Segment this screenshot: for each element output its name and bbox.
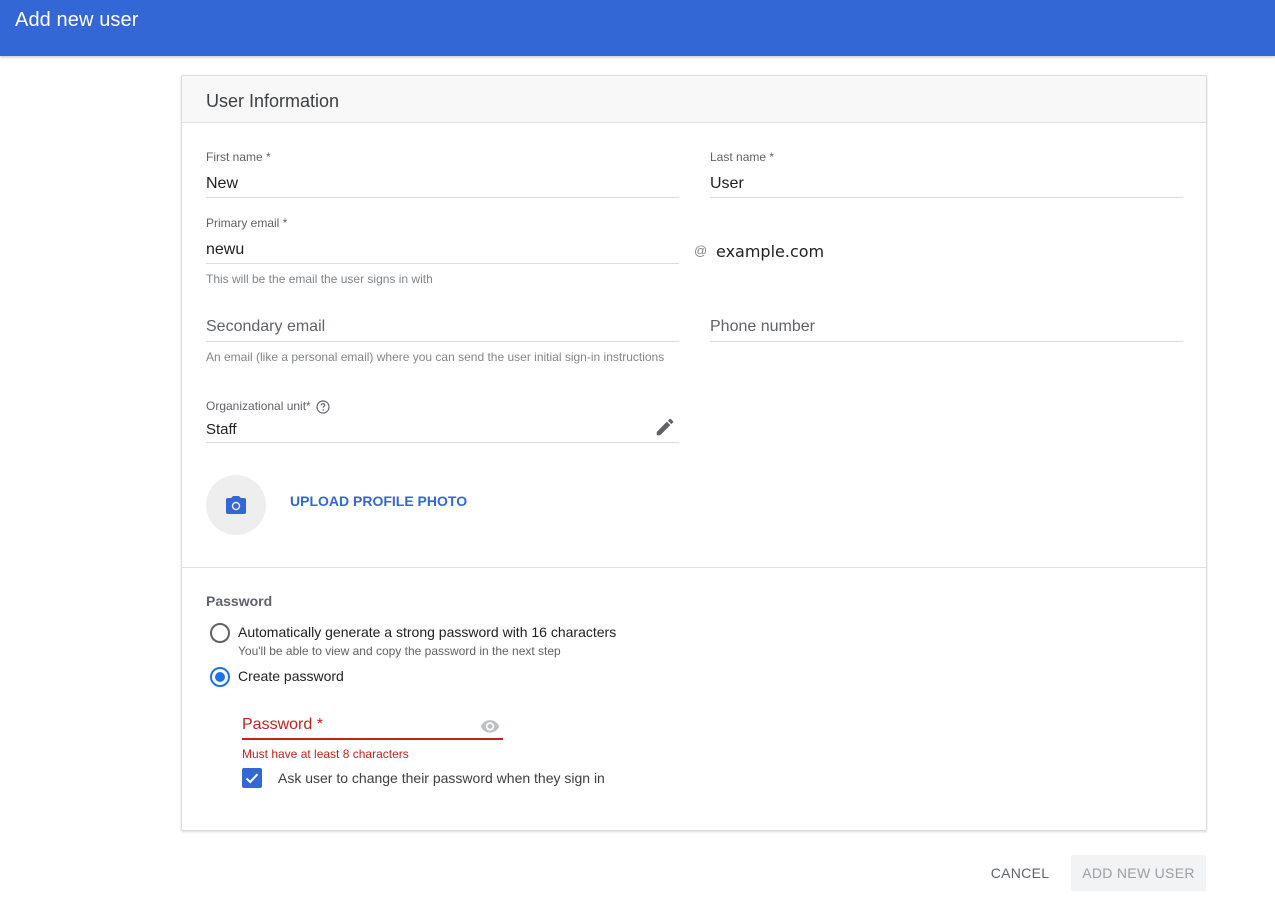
change-password-checkbox[interactable] xyxy=(242,768,262,788)
radio-auto-generate[interactable] xyxy=(210,623,230,643)
secondary-email-hint: An email (like a personal email) where y… xyxy=(206,350,665,364)
radio-create-password[interactable] xyxy=(210,667,230,687)
primary-email-field[interactable]: Primary email * newu This will be the em… xyxy=(206,216,679,286)
phone-number-field[interactable]: Phone number xyxy=(710,318,1183,344)
last-name-field[interactable]: Last name * User xyxy=(710,150,1183,198)
cancel-button[interactable]: CANCEL xyxy=(980,855,1060,891)
email-domain: example.com xyxy=(716,242,825,261)
last-name-input[interactable]: User xyxy=(710,175,744,193)
secondary-email-underline xyxy=(206,341,679,342)
password-section-label: Password xyxy=(206,593,273,609)
last-name-label: Last name * xyxy=(710,150,775,164)
first-name-label: First name * xyxy=(206,150,271,164)
first-name-underline xyxy=(206,197,679,198)
password-error-text: Must have at least 8 characters xyxy=(242,747,409,761)
primary-email-input[interactable]: newu xyxy=(206,241,244,259)
card-header-title: User Information xyxy=(206,91,340,111)
radio-auto-generate-label[interactable]: Automatically generate a strong password… xyxy=(238,624,616,640)
profile-photo-placeholder[interactable] xyxy=(206,475,266,535)
card-header: User Information xyxy=(182,76,1206,123)
org-unit-field[interactable]: Organizational unit* Staff xyxy=(206,399,679,444)
primary-email-underline xyxy=(206,263,679,264)
help-circle-icon[interactable] xyxy=(316,400,330,414)
eye-icon[interactable] xyxy=(480,718,500,734)
password-underline xyxy=(242,738,503,740)
password-input[interactable]: Password * xyxy=(242,716,323,734)
page-title: Add new user xyxy=(15,9,139,31)
org-unit-label: Organizational unit* xyxy=(206,399,311,413)
phone-number-input[interactable]: Phone number xyxy=(710,318,815,336)
user-information-card: User Information First name * New Last n… xyxy=(181,75,1207,831)
phone-number-underline xyxy=(710,341,1183,342)
section-divider xyxy=(182,567,1206,568)
primary-email-hint: This will be the email the user signs in… xyxy=(206,272,433,286)
camera-icon xyxy=(226,496,246,514)
at-sign: @ xyxy=(694,243,708,258)
add-new-user-button[interactable]: ADD NEW USER xyxy=(1071,855,1206,891)
pencil-icon[interactable] xyxy=(654,416,676,438)
radio-create-password-label[interactable]: Create password xyxy=(238,668,344,684)
checkmark-icon xyxy=(245,773,259,784)
org-unit-value: Staff xyxy=(206,421,237,438)
change-password-label[interactable]: Ask user to change their password when t… xyxy=(278,770,605,786)
org-unit-underline xyxy=(206,442,679,443)
secondary-email-field[interactable]: Secondary email An email (like a persona… xyxy=(206,318,679,368)
last-name-underline xyxy=(710,197,1183,198)
radio-auto-generate-sub: You'll be able to view and copy the pass… xyxy=(238,644,561,658)
first-name-field[interactable]: First name * New xyxy=(206,150,679,198)
primary-email-label: Primary email * xyxy=(206,216,288,230)
first-name-input[interactable]: New xyxy=(206,175,238,193)
upload-profile-photo-link[interactable]: UPLOAD PROFILE PHOTO xyxy=(290,493,467,509)
secondary-email-input[interactable]: Secondary email xyxy=(206,318,325,336)
top-app-bar: Add new user xyxy=(0,0,1275,56)
